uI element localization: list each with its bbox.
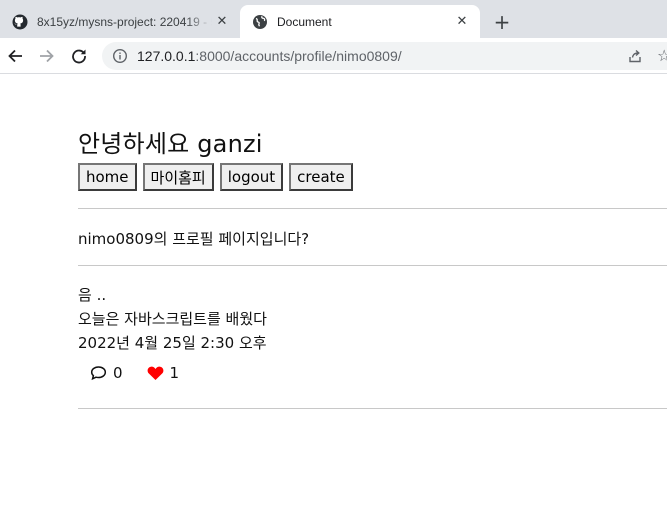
- comment-icon: [90, 366, 107, 381]
- post-title: 음 ..: [78, 286, 107, 304]
- divider: [78, 208, 667, 209]
- tab-title: 8x15yz/mysns-project: 220419 - 5: [37, 14, 212, 29]
- forward-icon[interactable]: [35, 44, 59, 68]
- like-count: 1: [169, 364, 180, 382]
- tab-strip: 8x15yz/mysns-project: 220419 - 5 ✕ Docum…: [0, 0, 667, 38]
- post-reactions: 0 1: [90, 364, 203, 382]
- post: 음 .. 오늘은 자바스크립트를 배웠다 2022년 4월 25일 2:30 오…: [78, 283, 267, 355]
- tab-github-repo[interactable]: 8x15yz/mysns-project: 220419 - 5 ✕: [0, 5, 240, 38]
- home-button[interactable]: home: [78, 163, 137, 191]
- comment-count: 0: [113, 364, 123, 382]
- my-homepage-button[interactable]: 마이홈피: [142, 163, 214, 191]
- browser-toolbar: 127.0.0.1:8000/accounts/profile/nimo0809…: [0, 38, 667, 74]
- url-text: 127.0.0.1:8000/accounts/profile/nimo0809…: [137, 48, 402, 64]
- like-button[interactable]: 1: [147, 364, 180, 382]
- page-greeting: 안녕하세요 ganzi: [78, 130, 263, 158]
- new-tab-button[interactable]: +: [490, 10, 514, 34]
- address-bar[interactable]: 127.0.0.1:8000/accounts/profile/nimo0809…: [102, 42, 667, 70]
- close-icon[interactable]: ✕: [452, 12, 472, 32]
- close-icon[interactable]: ✕: [212, 12, 232, 32]
- tab-title: Document: [277, 14, 332, 29]
- page-content: 안녕하세요 ganzi home 마이홈피 logout create nimo…: [0, 75, 667, 517]
- url-path: :8000/accounts/profile/nimo0809/: [195, 48, 402, 64]
- create-button[interactable]: create: [289, 163, 353, 191]
- github-icon: [12, 14, 28, 30]
- divider: [78, 408, 667, 409]
- info-icon[interactable]: [112, 48, 128, 64]
- url-host: 127.0.0.1: [137, 48, 196, 64]
- bookmark-star-icon[interactable]: ☆: [657, 46, 667, 65]
- post-date: 2022년 4월 25일 2:30 오후: [78, 334, 267, 352]
- comment-button[interactable]: 0: [90, 364, 123, 382]
- profile-heading: nimo0809의 프로필 페이지입니다?: [78, 230, 310, 248]
- tab-document[interactable]: Document ✕: [240, 5, 480, 38]
- share-icon[interactable]: [627, 48, 643, 64]
- divider: [78, 265, 667, 266]
- logout-button[interactable]: logout: [219, 163, 284, 191]
- main-nav: home 마이홈피 logout create: [78, 163, 353, 191]
- reload-icon[interactable]: [67, 44, 91, 68]
- back-icon[interactable]: [3, 44, 27, 68]
- globe-icon: [252, 14, 268, 30]
- post-body: 오늘은 자바스크립트를 배웠다: [78, 310, 267, 328]
- heart-icon: [147, 366, 163, 380]
